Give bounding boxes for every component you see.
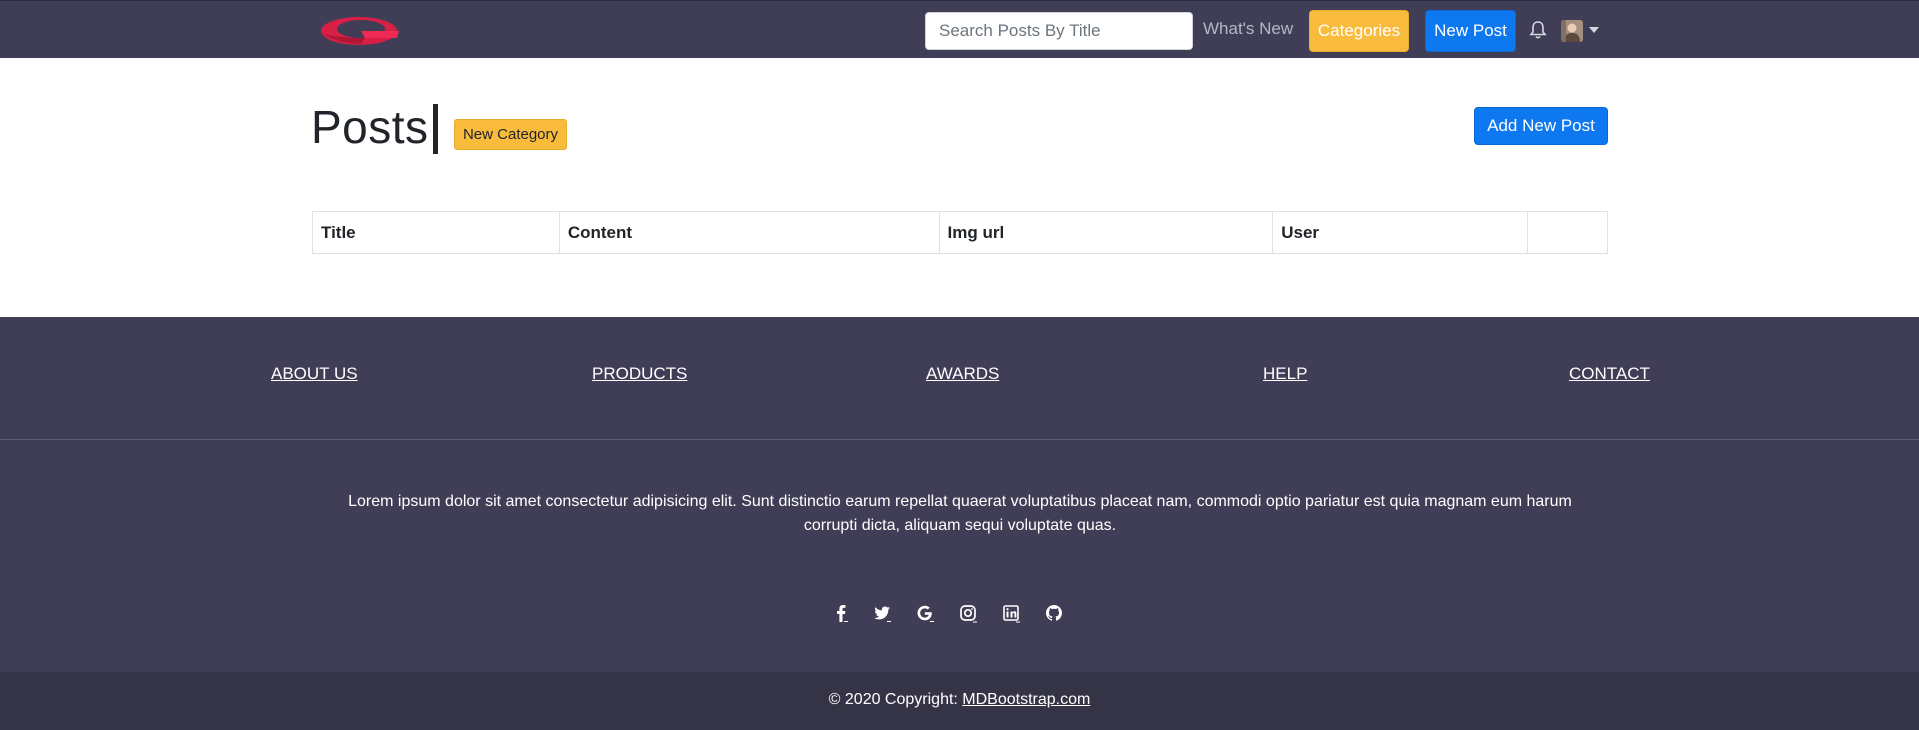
posts-table: Title Content Img url User — [312, 211, 1608, 254]
column-header-img-url: Img url — [938, 211, 1274, 254]
instagram-icon[interactable] — [957, 602, 979, 624]
footer-link-contact[interactable]: CONTACT — [1569, 364, 1650, 384]
copyright-prefix: © 2020 Copyright: — [828, 691, 963, 708]
copyright-text: © 2020 Copyright: MDBootstrap.com — [0, 691, 1919, 709]
whats-new-link[interactable]: What's New — [1203, 19, 1293, 39]
footer-link-about-us[interactable]: ABOUT US — [271, 364, 358, 384]
column-header-title: Title — [312, 211, 560, 254]
footer-divider — [0, 439, 1919, 440]
column-header-user: User — [1272, 211, 1529, 254]
table-header-row: Title Content Img url User — [312, 211, 1608, 254]
footer-link-help[interactable]: HELP — [1263, 364, 1307, 384]
copyright-bar: © 2020 Copyright: MDBootstrap.com — [0, 672, 1919, 730]
title-separator — [433, 104, 438, 154]
copyright-link[interactable]: MDBootstrap.com — [962, 691, 1090, 708]
bell-icon[interactable] — [1529, 20, 1547, 40]
new-post-button[interactable]: New Post — [1425, 10, 1516, 52]
twitter-icon[interactable] — [871, 602, 893, 624]
column-header-actions — [1527, 211, 1608, 254]
logo[interactable] — [321, 14, 401, 48]
user-avatar[interactable] — [1561, 20, 1583, 42]
navbar: What's New Categories New Post — [0, 0, 1919, 58]
new-category-button[interactable]: New Category — [454, 119, 567, 150]
footer-link-awards[interactable]: AWARDS — [926, 364, 999, 384]
avatar-image — [1561, 20, 1583, 42]
search-input[interactable] — [925, 12, 1193, 50]
footer-description: Lorem ipsum dolor sit amet consectetur a… — [348, 493, 1572, 534]
column-header-content: Content — [558, 211, 940, 254]
facebook-icon[interactable] — [830, 602, 852, 624]
add-new-post-button[interactable]: Add New Post — [1474, 107, 1608, 145]
footer-link-products[interactable]: PRODUCTS — [592, 364, 687, 384]
categories-button[interactable]: Categories — [1309, 10, 1409, 52]
google-icon[interactable] — [914, 602, 936, 624]
linkedin-icon[interactable] — [1000, 602, 1022, 624]
user-menu-caret-icon[interactable] — [1589, 27, 1599, 33]
github-icon[interactable] — [1043, 602, 1065, 624]
footer: ABOUT US PRODUCTS AWARDS HELP CONTACT Lo… — [0, 317, 1919, 730]
page-title: Posts — [311, 101, 429, 153]
